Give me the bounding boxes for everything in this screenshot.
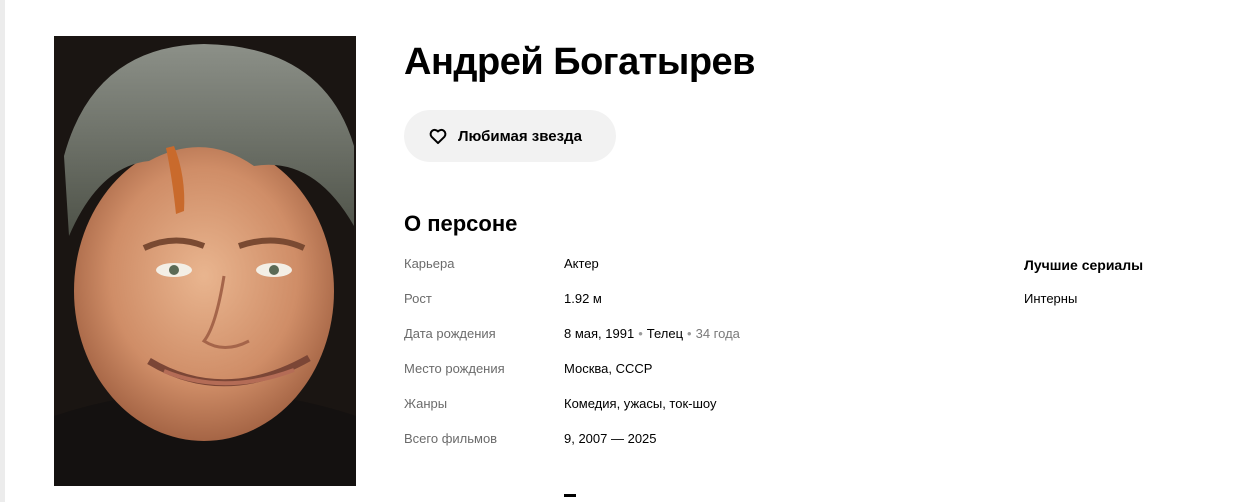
birthdate-value: 8 мая, 1991 • Телец • 34 года [564,322,740,346]
next-section-heading-cutoff [404,494,604,502]
genres-link[interactable]: Комедия, ужасы, ток-шоу [564,392,717,416]
person-photo [54,36,356,486]
info-row-height: Рост 1.92 м [404,287,964,322]
about-info-table: Карьера Актер Рост 1.92 м Дата рождения … [404,252,964,462]
height-value: 1.92 м [564,291,602,306]
cutoff-glyph [564,494,576,497]
age-value: 34 года [695,326,740,341]
info-row-birthplace: Место рождения Москва, СССР [404,357,964,392]
total-films-link[interactable]: 9, 2007 — 2025 [564,427,657,451]
favorite-star-button[interactable]: Любимая звезда [404,110,616,162]
heart-icon [428,126,448,146]
info-key: Карьера [404,256,455,271]
info-key: Жанры [404,396,448,411]
info-row-genres: Жанры Комедия, ужасы, ток-шоу [404,392,964,427]
info-row-birthdate: Дата рождения 8 мая, 1991 • Телец • 34 года [404,322,964,357]
birthplace-link[interactable]: Москва, СССР [564,357,652,381]
career-value-link[interactable]: Актер [564,252,599,276]
about-section-title: О персоне [404,211,518,236]
info-key: Рост [404,291,432,306]
best-series-item[interactable]: Интерны [1024,287,1077,311]
info-key: Место рождения [404,361,505,376]
birthdate-link[interactable]: 8 мая, 1991 [564,326,634,341]
info-key: Всего фильмов [404,431,498,446]
favorite-star-label: Любимая звезда [458,127,582,145]
left-edge-bar [0,0,5,502]
info-row-career: Карьера Актер [404,252,964,287]
separator-dot: • [638,326,643,341]
person-name: Андрей Богатырев [404,41,756,83]
info-key: Дата рождения [404,326,496,341]
info-row-total-films: Всего фильмов 9, 2007 — 2025 [404,427,964,462]
best-series-title: Лучшие сериалы [1024,257,1144,273]
separator-dot: • [687,326,692,341]
zodiac-link[interactable]: Телец [647,326,683,341]
